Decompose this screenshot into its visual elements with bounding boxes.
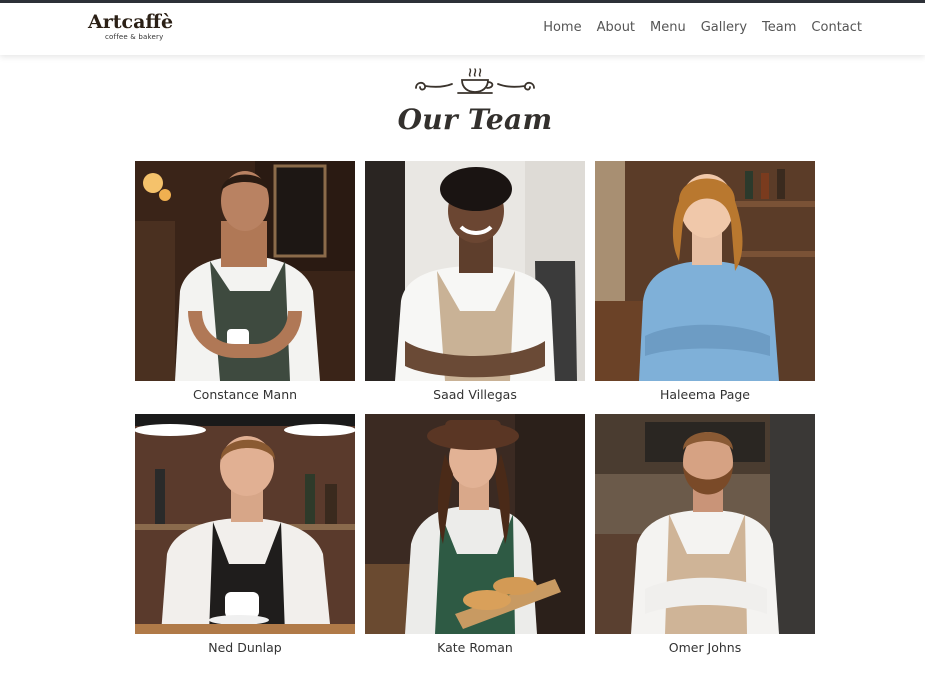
team-photo bbox=[595, 161, 815, 381]
member-name: Omer Johns bbox=[668, 640, 742, 655]
nav-gallery[interactable]: Gallery bbox=[701, 20, 747, 35]
navbar: Artcaffè coffee & bakery Home About Menu… bbox=[0, 3, 925, 55]
team-card: Constance Mann bbox=[135, 161, 355, 414]
nav-about[interactable]: About bbox=[597, 20, 635, 35]
member-name: Constance Mann bbox=[192, 387, 298, 402]
coffee-cup-flourish-icon bbox=[412, 66, 538, 96]
section-title: Our Team bbox=[397, 103, 553, 136]
nav-contact[interactable]: Contact bbox=[811, 20, 862, 35]
team-photo bbox=[135, 161, 355, 381]
member-name: Ned Dunlap bbox=[208, 640, 282, 655]
team-card: Haleema Page bbox=[595, 161, 815, 414]
nav-menu[interactable]: Menu bbox=[650, 20, 686, 35]
team-card: Kate Roman bbox=[365, 414, 585, 667]
member-name: Haleema Page bbox=[660, 387, 750, 402]
team-card: Ned Dunlap bbox=[135, 414, 355, 667]
team-card: Saad Villegas bbox=[365, 161, 585, 414]
nav-team[interactable]: Team bbox=[762, 20, 796, 35]
team-card: Omer Johns bbox=[595, 414, 815, 667]
member-name: Saad Villegas bbox=[433, 387, 517, 402]
brand-name: Artcaffè bbox=[88, 11, 174, 33]
team-photo bbox=[365, 161, 585, 381]
brand-tagline: coffee & bakery bbox=[105, 33, 164, 41]
team-photo bbox=[365, 414, 585, 634]
nav-home[interactable]: Home bbox=[543, 20, 581, 35]
team-grid: Constance Mann Saad Villegas Haleema Pag… bbox=[135, 161, 815, 667]
member-name: Kate Roman bbox=[437, 640, 513, 655]
main-nav: Home About Menu Gallery Team Contact bbox=[543, 20, 862, 35]
team-photo bbox=[595, 414, 815, 634]
brand-logo[interactable]: Artcaffè coffee & bakery bbox=[88, 11, 188, 42]
team-photo bbox=[135, 414, 355, 634]
